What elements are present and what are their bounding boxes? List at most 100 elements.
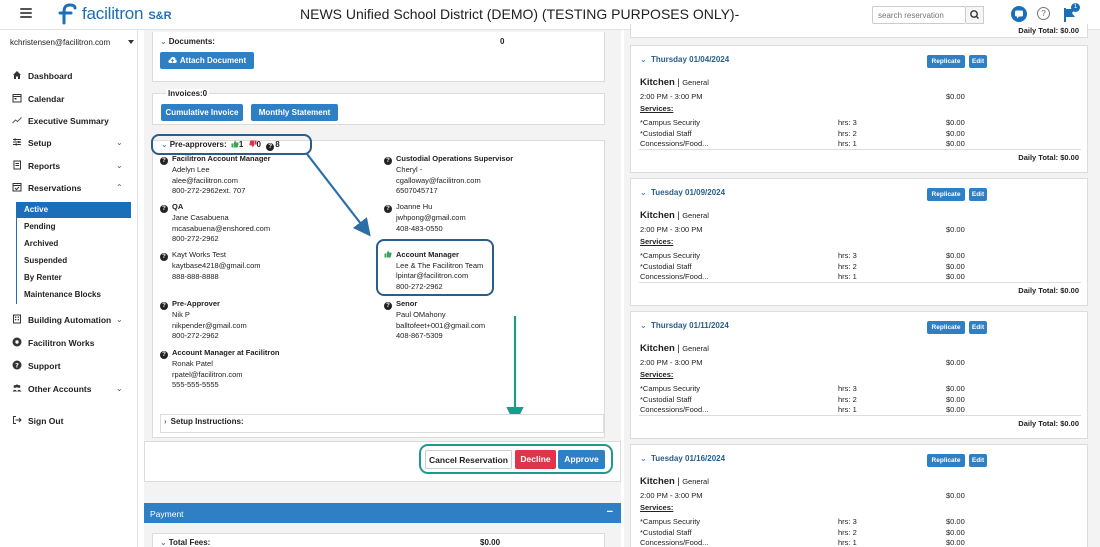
chevron-down-icon: ⌄ [640,454,647,463]
service-cost: $0.00 [946,251,965,260]
sidebar-subitem-archived[interactable]: Archived [16,236,131,252]
chevron-down-icon: ⌄ [116,161,123,170]
sidebar-item-reports[interactable]: Reports ⌄ [0,156,138,175]
sidebar-item-setup[interactable]: Setup ⌄ [0,133,138,152]
gear-circle-icon [12,337,22,347]
sidebar-item-label: Building Automation [28,315,112,325]
payment-label: Payment [150,509,184,519]
page-title: NEWS Unified School District (DEMO) (TES… [300,6,740,22]
sidebar-item-support[interactable]: ? Support [0,356,138,375]
subitem-label: By Renter [24,273,62,282]
sidebar-item-dashboard[interactable]: Dashboard [0,66,138,85]
sidebar-item-label: Executive Summary [28,116,109,126]
sidebar-subitem-maintenance-blocks[interactable]: Maintenance Blocks [16,287,131,303]
sidebar-item-other-accounts[interactable]: Other Accounts ⌄ [0,379,138,398]
sidebar-item-building-automation[interactable]: Building Automation ⌄ [0,310,138,329]
time-cost: $0.00 [946,491,965,500]
sidebar-subitem-suspended[interactable]: Suspended [16,253,131,269]
time-range: 2:00 PM - 3:00 PM [640,358,703,367]
sidebar-item-sign-out[interactable]: Sign Out [0,411,138,430]
time-cost: $0.00 [946,358,965,367]
logo-suffix: S&R [148,9,172,22]
service-hours: hrs: 2 [838,394,857,404]
venue-name: Kitchen | General [640,210,709,221]
service-hours: hrs: 2 [838,128,857,138]
cancel-reservation-button[interactable]: Cancel Reservation [425,450,512,469]
sidebar-subitem-pending[interactable]: Pending [16,219,131,235]
edit-button[interactable]: Edit [969,188,987,201]
hamburger-menu-icon[interactable] [20,8,32,18]
service-hours: hrs: 1 [838,538,857,547]
chat-icon[interactable] [1010,5,1028,23]
annotation-arrows [306,153,524,425]
sidebar-subitem-active[interactable]: Active [16,202,131,218]
sign-out-icon [13,416,22,424]
day-date: Tuesday 01/09/2024 [650,188,726,197]
reservation-details-panel: ⌄ Documents: 0 Attach Document Invoices:0… [144,30,621,547]
services-label: Services: [640,370,674,379]
service-hours: hrs: 2 [838,261,857,271]
notification-count-badge: 1 [1071,3,1080,12]
total-fees-header[interactable]: ⌄ Total Fees: [160,538,210,547]
subitem-label: Suspended [24,256,68,265]
chevron-right-icon: › [164,417,167,426]
replicate-button[interactable]: Replicate [927,454,965,467]
service-hours: hrs: 3 [838,517,857,526]
sidebar-item-calendar[interactable]: Calendar [0,89,138,108]
sidebar-item-facilitron-works[interactable]: Facilitron Works [0,333,138,352]
sidebar-item-label: Other Accounts [28,384,92,394]
service-name: *Custodial Staff [640,128,692,138]
day-header[interactable]: ⌄ Tuesday 01/16/2024 [640,454,725,463]
service-name: *Custodial Staff [640,394,692,404]
day-header[interactable]: ⌄ Thursday 01/04/2024 [640,55,729,64]
search-reservation-input[interactable] [872,6,966,24]
sidebar-item-label: Setup [28,138,52,148]
setup-instructions-header[interactable]: › Setup Instructions: [164,417,244,426]
sidebar-item-executive-summary[interactable]: Executive Summary [0,111,138,130]
help-icon[interactable]: ? [1037,7,1050,20]
service-hours: hrs: 1 [838,272,857,281]
user-email[interactable]: kchristensen@facilitron.com [10,38,110,47]
service-name: *Campus Security [640,517,701,526]
daily-total: Daily Total: $0.00 [1018,286,1079,295]
subitem-label: Archived [24,239,59,248]
sidebar-item-reservations[interactable]: Reservations ⌃ [0,178,138,197]
edit-button[interactable]: Edit [969,321,987,334]
edit-button[interactable]: Edit [969,55,987,68]
service-name: Concessions/Food... [640,139,709,148]
calendar-check-icon [12,183,22,192]
chevron-down-icon: ⌄ [640,188,647,197]
chevron-down-icon: ⌄ [116,384,123,393]
svg-text:?: ? [15,361,19,369]
replicate-button[interactable]: Replicate [927,55,965,68]
facilitron-logo[interactable]: facilitron S&R [57,3,172,25]
total-fees-card [152,533,605,547]
sidebar-subitem-by-renter[interactable]: By Renter [16,270,131,286]
service-hours: hrs: 3 [838,251,857,260]
annotation-arrow-blue [306,153,371,237]
approve-button[interactable]: Approve [558,450,605,469]
replicate-button[interactable]: Replicate [927,321,965,334]
search-button[interactable] [966,6,984,24]
day-card: ⌄ Tuesday 01/16/2024 Replicate Edit Kitchen… [630,444,1088,547]
venue-label: Kitchen [640,476,675,487]
edit-button[interactable]: Edit [969,454,987,467]
report-icon [13,160,21,170]
venue-label: Kitchen [640,77,675,88]
venue-type: General [682,78,709,87]
services-label: Services: [640,503,674,512]
service-cost: $0.00 [946,394,965,404]
daily-total: Daily Total: $0.00 [1018,26,1079,35]
collapse-icon[interactable]: − [607,506,613,518]
service-name: Concessions/Food... [640,405,709,414]
day-card: ⌄ Tuesday 01/09/2024 Replicate Edit Kitchen… [630,178,1088,306]
decline-button[interactable]: Decline [515,450,556,469]
time-cost: $0.00 [946,92,965,101]
replicate-button[interactable]: Replicate [927,188,965,201]
service-name: *Custodial Staff [640,527,692,537]
payment-header[interactable]: Payment − [144,503,621,523]
service-hours: hrs: 2 [838,527,857,537]
day-header[interactable]: ⌄ Tuesday 01/09/2024 [640,188,725,197]
day-header[interactable]: ⌄ Thursday 01/11/2024 [640,321,729,330]
user-menu-caret-icon[interactable] [128,40,134,44]
